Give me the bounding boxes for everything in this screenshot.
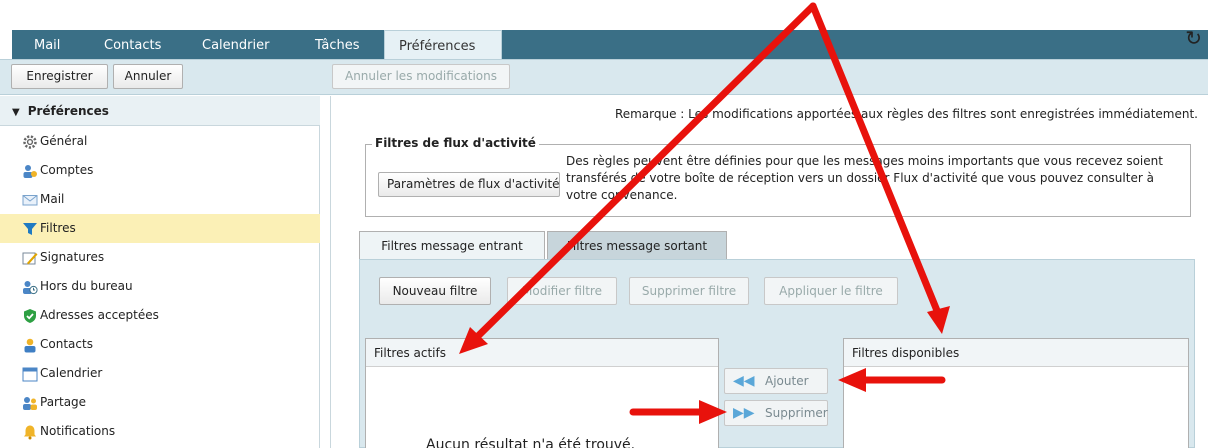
sidebar-item-general[interactable]: Général	[0, 127, 320, 156]
edit-filter-button[interactable]: Modifier filtre	[507, 277, 617, 305]
activity-stream-legend: Filtres de flux d'activité	[372, 136, 539, 150]
tab-preferences[interactable]: Préférences	[384, 30, 502, 60]
sidebar-item-sharing[interactable]: Partage	[0, 388, 320, 417]
available-filters-list[interactable]: Filtres disponibles	[843, 338, 1189, 448]
sidebar-item-label: Signatures	[40, 250, 105, 264]
out-of-office-icon	[23, 281, 38, 295]
app-window: Mail Contacts Calendrier Tâches Préféren…	[0, 0, 1208, 448]
add-filter-button[interactable]: ◀◀ Ajouter	[724, 368, 828, 394]
tab-mail[interactable]: Mail	[34, 32, 60, 59]
collapse-triangle-icon[interactable]: ▼	[12, 107, 20, 118]
sidebar-item-mail[interactable]: Mail	[0, 185, 320, 214]
save-button[interactable]: Enregistrer	[11, 64, 108, 89]
double-right-arrow-icon: ▶▶	[733, 405, 755, 421]
sidebar-item-label: Notifications	[40, 424, 116, 438]
refresh-icon[interactable]: ↻	[1185, 26, 1202, 50]
tab-outgoing-filters[interactable]: Filtres message sortant	[547, 231, 727, 259]
sidebar-item-notifications[interactable]: Notifications	[0, 417, 320, 446]
preferences-sidebar: ▼ Préférences Général Comptes Mail Filtre…	[0, 96, 320, 448]
sidebar-item-accounts[interactable]: Comptes	[0, 156, 320, 185]
sidebar-heading[interactable]: ▼ Préférences	[0, 96, 320, 126]
remark-text: Remarque : Les modifications apportées a…	[614, 107, 1198, 121]
activity-stream-fieldset: Filtres de flux d'activité Paramètres de…	[365, 136, 1191, 217]
contact-icon	[24, 338, 36, 353]
app-tab-bar: Mail Contacts Calendrier Tâches Préféren…	[12, 30, 1208, 60]
sidebar-item-label: Calendrier	[40, 366, 103, 380]
tab-calendar[interactable]: Calendrier	[202, 32, 269, 59]
sidebar-item-filters[interactable]: Filtres	[0, 214, 320, 243]
remove-filter-button[interactable]: ▶▶ Supprimer	[724, 400, 828, 426]
sidebar-item-label: Comptes	[40, 163, 94, 177]
activity-stream-settings-button[interactable]: Paramètres de flux d'activité	[378, 172, 560, 197]
double-left-arrow-icon: ◀◀	[733, 373, 755, 389]
sidebar-item-label: Partage	[40, 395, 87, 409]
activity-stream-description: Des règles peuvent être définies pour qu…	[566, 154, 1163, 202]
preferences-content: Remarque : Les modifications apportées a…	[330, 96, 1208, 448]
active-filters-header: Filtres actifs	[366, 339, 718, 367]
sidebar-item-label: Mail	[40, 192, 65, 206]
shield-check-icon	[24, 309, 36, 323]
delete-filter-button[interactable]: Supprimer filtre	[629, 277, 749, 305]
calendar-icon	[22, 367, 38, 382]
sidebar-item-label: Filtres	[40, 221, 76, 235]
available-filters-header: Filtres disponibles	[844, 339, 1188, 367]
sidebar-item-contacts[interactable]: Contacts	[0, 330, 320, 359]
top-bar: Mail Contacts Calendrier Tâches Préféren…	[0, 0, 1208, 60]
new-filter-button[interactable]: Nouveau filtre	[379, 277, 491, 305]
undo-changes-button[interactable]: Annuler les modifications	[332, 64, 510, 89]
tab-contacts[interactable]: Contacts	[104, 32, 161, 59]
sidebar-item-calendar[interactable]: Calendrier	[0, 359, 320, 388]
sidebar-item-accepted-addresses[interactable]: Adresses acceptées	[0, 301, 320, 330]
filters-panel: Nouveau filtre Modifier filtre Supprimer…	[359, 259, 1195, 448]
sidebar-item-label: Hors du bureau	[40, 279, 133, 293]
sidebar-item-signatures[interactable]: Signatures	[0, 243, 320, 272]
sidebar-item-label: Général	[40, 134, 88, 148]
empty-message: Aucun résultat n'a été trouvé.	[426, 437, 636, 448]
sharing-icon	[23, 397, 37, 410]
sidebar-item-out-of-office[interactable]: Hors du bureau	[0, 272, 320, 301]
signature-icon	[22, 252, 38, 265]
filter-icon	[23, 223, 37, 235]
tab-tasks[interactable]: Tâches	[315, 32, 360, 59]
sidebar-item-label: Contacts	[40, 337, 93, 351]
accounts-icon	[23, 165, 37, 178]
sidebar-item-label: Adresses acceptées	[40, 308, 159, 322]
envelope-icon	[22, 195, 38, 206]
cancel-button[interactable]: Annuler	[113, 64, 183, 89]
apply-filter-button[interactable]: Appliquer le filtre	[764, 277, 898, 305]
active-filters-list[interactable]: Filtres actifs Aucun résultat n'a été tr…	[365, 338, 719, 448]
tab-incoming-filters[interactable]: Filtres message entrant	[359, 231, 545, 259]
main-toolbar: Enregistrer Annuler Annuler les modifica…	[0, 59, 1208, 95]
gear-icon	[23, 135, 37, 149]
bell-icon	[24, 425, 36, 440]
